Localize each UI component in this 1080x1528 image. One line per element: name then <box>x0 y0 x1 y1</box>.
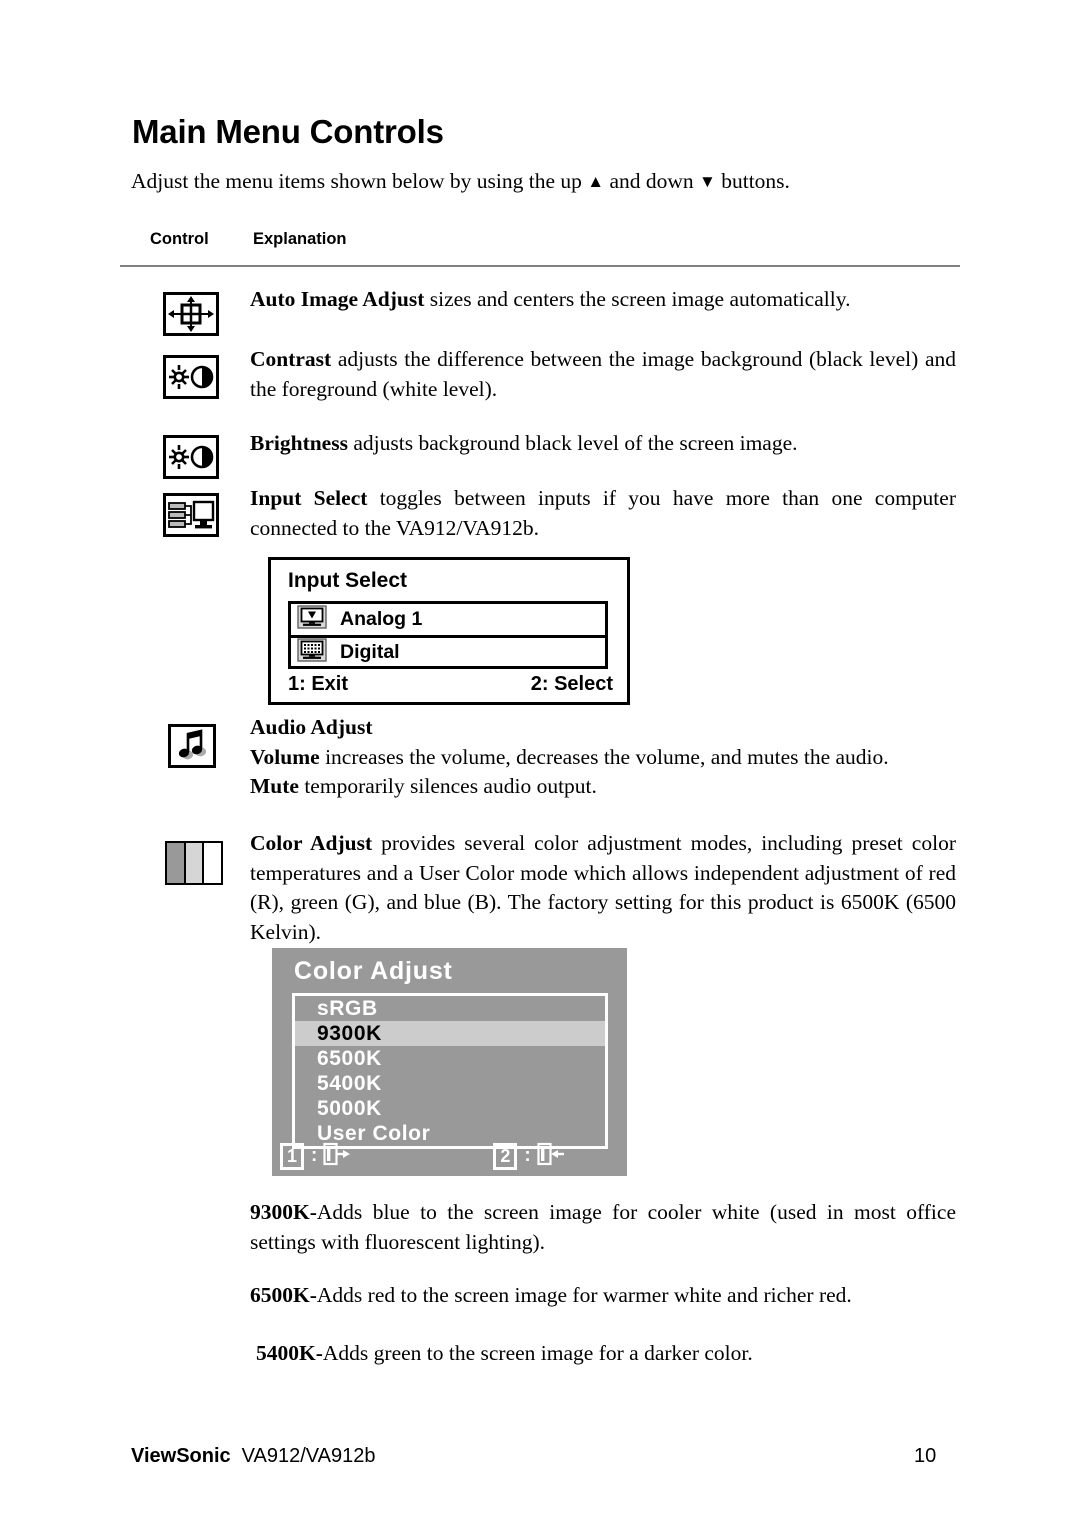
input-select-option-analog-label: Analog 1 <box>340 608 423 630</box>
desc-brightness: adjusts background black level of the sc… <box>347 431 798 455</box>
row-input-select: Input Select toggles between inputs if y… <box>250 484 956 543</box>
term-contrast: Contrast <box>250 347 332 371</box>
term-brightness: Brightness <box>250 431 348 455</box>
desc-contrast: adjusts the difference between the image… <box>250 347 956 401</box>
input-select-option-digital[interactable]: Digital <box>291 635 605 666</box>
column-header-explanation: Explanation <box>253 230 347 248</box>
footer-brand: ViewSonic <box>131 1445 231 1467</box>
row-contrast: Contrast adjusts the difference between … <box>250 345 956 404</box>
digital-monitor-icon <box>297 637 327 667</box>
term-volume: Volume <box>250 744 320 769</box>
row-brightness: Brightness adjusts background black leve… <box>250 429 956 459</box>
note-6500k-term: 6500K- <box>250 1283 317 1307</box>
color-adjust-option-6500k[interactable]: 6500K <box>295 1046 605 1071</box>
intro-text-middle: and down <box>604 169 700 193</box>
color-adjust-option-5000k[interactable]: 5000K <box>295 1096 605 1121</box>
down-arrow-icon: ▼ <box>699 172 716 191</box>
color-adjust-option-srgb[interactable]: sRGB <box>295 996 605 1021</box>
brightness-icon <box>163 435 219 479</box>
note-9300k: 9300K-Adds blue to the screen image for … <box>250 1198 956 1257</box>
color-adjust-option-5400k[interactable]: 5400K <box>295 1071 605 1096</box>
footer-page-number: 10 <box>914 1445 937 1467</box>
input-select-option-digital-label: Digital <box>340 640 400 663</box>
note-9300k-term: 9300K- <box>250 1200 317 1224</box>
exit-door-icon[interactable] <box>323 1142 351 1171</box>
color-adjust-option-9300k[interactable]: 9300K <box>295 1021 605 1046</box>
note-9300k-text: Adds blue to the screen image for cooler… <box>250 1200 956 1254</box>
input-select-osd-footer: 1: Exit 2: Select <box>288 673 613 696</box>
row-color-adjust: Color Adjust provides several color adju… <box>250 829 956 947</box>
term-auto-image-adjust: Auto Image Adjust <box>250 287 425 311</box>
music-note-icon <box>168 724 216 768</box>
audio-adjust-block: Audio Adjust Volume increases the volume… <box>250 713 956 802</box>
note-5400k-text: Adds green to the screen image for a dar… <box>322 1341 753 1365</box>
color-adjust-key-1-colon: : <box>311 1145 318 1166</box>
input-select-osd-title: Input Select <box>288 569 408 592</box>
input-select-icon <box>163 493 219 537</box>
color-adjust-osd-title: Color Adjust <box>294 957 453 985</box>
header-divider <box>120 265 960 267</box>
desc-auto-image-adjust: sizes and centers the screen image autom… <box>424 287 851 311</box>
row-auto-image-adjust: Auto Image Adjust sizes and centers the … <box>250 285 956 315</box>
intro-text-after: buttons. <box>715 169 790 193</box>
contrast-icon <box>163 355 219 399</box>
input-select-option-analog[interactable]: Analog 1 <box>291 604 605 635</box>
input-select-select-hint[interactable]: 2: Select <box>531 673 613 696</box>
note-5400k-term: 5400K- <box>256 1341 323 1365</box>
document-page: Main Menu Controls Adjust the menu items… <box>0 0 1080 1528</box>
color-adjust-osd-panel: Color Adjust sRGB 9300K 6500K 5400K 5000… <box>272 948 627 1176</box>
intro-text-before: Adjust the menu items shown below by usi… <box>131 169 588 193</box>
desc-mute: temporarily silences audio output. <box>298 774 597 798</box>
note-6500k: 6500K-Adds red to the screen image for w… <box>250 1281 956 1311</box>
desc-volume: increases the volume, decreases the volu… <box>319 744 889 769</box>
color-adjust-key-2-colon: : <box>524 1145 531 1166</box>
color-adjust-option-list: sRGB 9300K 6500K 5400K 5000K User Color <box>292 993 608 1149</box>
color-bars-icon <box>165 841 223 885</box>
color-adjust-key-1[interactable]: 1 <box>280 1142 305 1170</box>
intro-paragraph: Adjust the menu items shown below by usi… <box>131 167 790 196</box>
audio-adjust-heading: Audio Adjust <box>250 715 373 739</box>
enter-door-icon[interactable] <box>537 1142 565 1171</box>
footer-model: VA912/VA912b <box>241 1445 376 1467</box>
term-input-select: Input Select <box>250 486 368 510</box>
input-select-exit-hint[interactable]: 1: Exit <box>288 673 348 696</box>
color-adjust-osd-footer: 1 : 2 : <box>280 1141 617 1171</box>
auto-image-adjust-icon <box>163 292 219 336</box>
up-arrow-icon: ▲ <box>587 172 605 191</box>
note-6500k-text: Adds red to the screen image for warmer … <box>316 1283 852 1307</box>
term-mute: Mute <box>250 774 299 798</box>
analog-monitor-icon <box>297 605 327 634</box>
column-header-control: Control <box>150 230 209 248</box>
input-select-osd-panel: Input Select Analog 1 Digital 1: Exit 2:… <box>268 557 630 705</box>
input-select-option-list: Analog 1 Digital <box>288 601 608 669</box>
note-5400k: 5400K-Adds green to the screen image for… <box>256 1339 962 1369</box>
color-adjust-key-2[interactable]: 2 <box>493 1142 518 1170</box>
page-title: Main Menu Controls <box>132 113 444 150</box>
footer-brand-model: ViewSonic VA912/VA912b <box>131 1445 375 1468</box>
term-color-adjust: Color Adjust <box>250 831 373 855</box>
